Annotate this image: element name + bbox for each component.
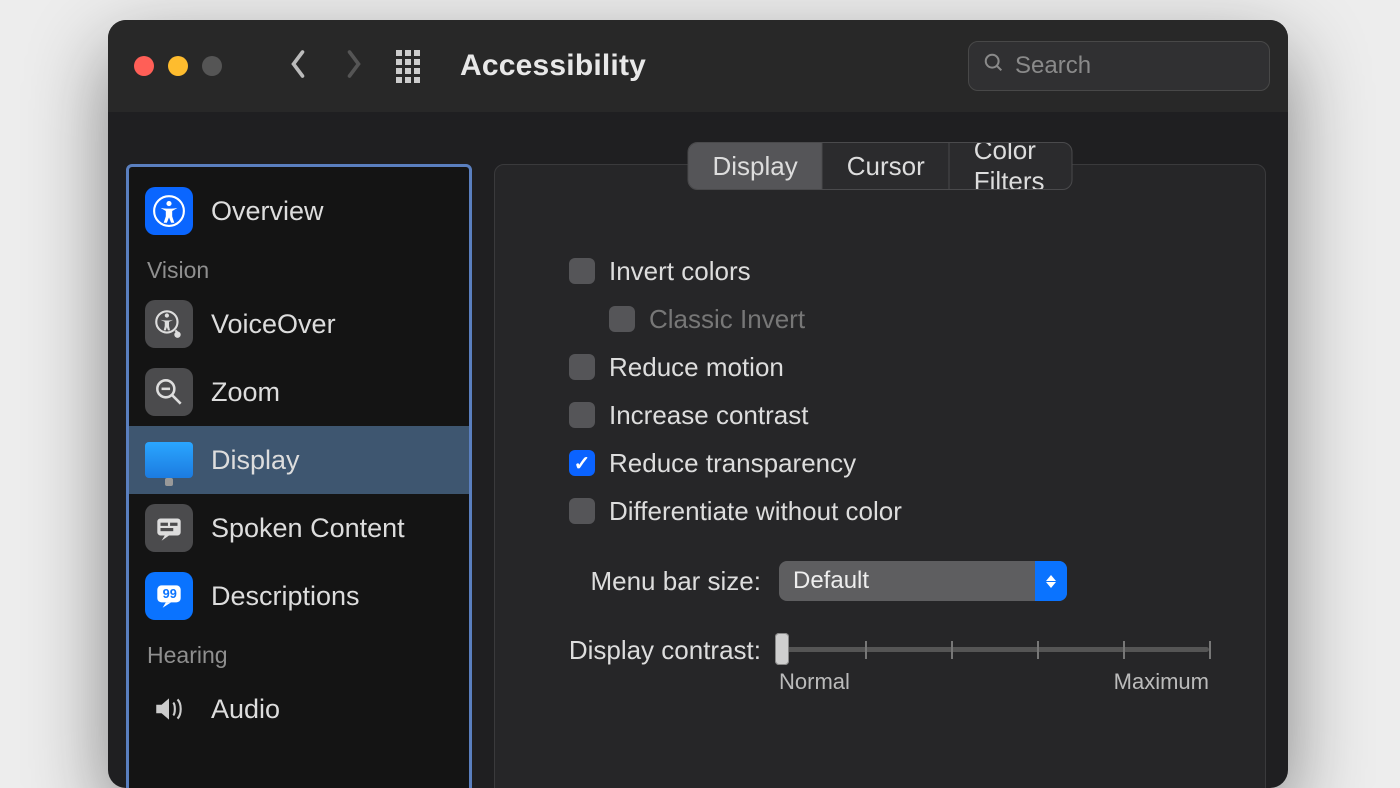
label-reduce-motion: Reduce motion — [609, 352, 784, 383]
spoken-content-icon — [145, 504, 193, 552]
preferences-window: Accessibility Search Overview Vision Voi — [108, 20, 1288, 788]
row-invert-colors: Invert colors — [569, 247, 1225, 295]
sidebar-item-spoken-content[interactable]: Spoken Content — [129, 494, 469, 562]
row-increase-contrast: Increase contrast — [569, 391, 1225, 439]
checkbox-classic-invert — [609, 306, 635, 332]
sidebar-item-zoom[interactable]: Zoom — [129, 358, 469, 426]
search-icon — [983, 52, 1005, 81]
label-menu-bar-size: Menu bar size: — [555, 566, 761, 597]
sidebar-item-descriptions[interactable]: 99 Descriptions — [129, 562, 469, 630]
stepper-icon — [1035, 561, 1067, 601]
titlebar: Accessibility Search — [108, 20, 1288, 112]
sidebar-item-label: Audio — [211, 694, 280, 725]
slider-thumb[interactable] — [775, 633, 789, 665]
chevron-left-icon — [289, 49, 307, 84]
checkbox-increase-contrast[interactable] — [569, 402, 595, 428]
zoom-icon — [145, 368, 193, 416]
sidebar-section-hearing: Hearing — [129, 630, 469, 675]
display-icon — [145, 442, 193, 478]
minimize-window-button[interactable] — [168, 56, 188, 76]
voiceover-icon — [145, 300, 193, 348]
label-increase-contrast: Increase contrast — [609, 400, 808, 431]
sidebar-item-overview[interactable]: Overview — [129, 177, 469, 245]
sidebar-item-voiceover[interactable]: VoiceOver — [129, 290, 469, 358]
window-title: Accessibility — [460, 49, 646, 83]
search-field[interactable]: Search — [968, 41, 1270, 91]
search-placeholder: Search — [1015, 52, 1091, 80]
sidebar-item-label: Descriptions — [211, 581, 360, 612]
sidebar: Overview Vision VoiceOver Zoom Display — [126, 164, 472, 788]
zoom-window-button — [202, 56, 222, 76]
close-window-button[interactable] — [134, 56, 154, 76]
forward-button — [334, 46, 374, 86]
select-menu-bar-size[interactable]: Default — [779, 561, 1067, 601]
row-display-contrast: Display contrast: — [555, 635, 1225, 695]
checkbox-reduce-motion[interactable] — [569, 354, 595, 380]
sidebar-item-label: Display — [211, 445, 300, 476]
label-display-contrast: Display contrast: — [555, 635, 761, 666]
sidebar-item-label: Zoom — [211, 377, 280, 408]
row-reduce-transparency: Reduce transparency — [569, 439, 1225, 487]
checkbox-invert-colors[interactable] — [569, 258, 595, 284]
audio-icon — [145, 685, 193, 733]
sidebar-section-vision: Vision — [129, 245, 469, 290]
window-controls — [134, 56, 222, 76]
row-reduce-motion: Reduce motion — [569, 343, 1225, 391]
slider-min-label: Normal — [779, 669, 850, 695]
descriptions-icon: 99 — [145, 572, 193, 620]
row-menu-bar-size: Menu bar size: Default — [555, 561, 1225, 601]
checkbox-group: Invert colors Classic Invert Reduce moti… — [569, 247, 1225, 535]
label-differentiate-without-color: Differentiate without color — [609, 496, 902, 527]
chevron-right-icon — [345, 49, 363, 84]
checkbox-reduce-transparency[interactable] — [569, 450, 595, 476]
settings-panel: Display Cursor Color Filters Invert colo… — [494, 164, 1266, 788]
row-differentiate-without-color: Differentiate without color — [569, 487, 1225, 535]
sidebar-item-label: VoiceOver — [211, 309, 336, 340]
sidebar-item-label: Spoken Content — [211, 513, 405, 544]
tab-color-filters[interactable]: Color Filters — [949, 143, 1072, 189]
sidebar-item-label: Overview — [211, 196, 324, 227]
label-invert-colors: Invert colors — [609, 256, 751, 287]
select-value: Default — [793, 567, 869, 595]
show-all-button[interactable] — [396, 50, 428, 83]
slider-max-label: Maximum — [1114, 669, 1209, 695]
slider-display-contrast[interactable] — [779, 635, 1209, 663]
checkbox-differentiate-without-color[interactable] — [569, 498, 595, 524]
sidebar-item-display[interactable]: Display — [129, 426, 469, 494]
tab-bar: Display Cursor Color Filters — [688, 142, 1073, 190]
tab-cursor[interactable]: Cursor — [822, 143, 949, 189]
svg-text:99: 99 — [163, 586, 177, 601]
tab-display[interactable]: Display — [689, 143, 822, 189]
content-area: Display Cursor Color Filters Invert colo… — [472, 112, 1288, 788]
label-reduce-transparency: Reduce transparency — [609, 448, 856, 479]
sidebar-item-audio[interactable]: Audio — [129, 675, 469, 743]
accessibility-icon — [145, 187, 193, 235]
label-classic-invert: Classic Invert — [649, 304, 805, 335]
row-classic-invert: Classic Invert — [609, 295, 1225, 343]
back-button[interactable] — [278, 46, 318, 86]
